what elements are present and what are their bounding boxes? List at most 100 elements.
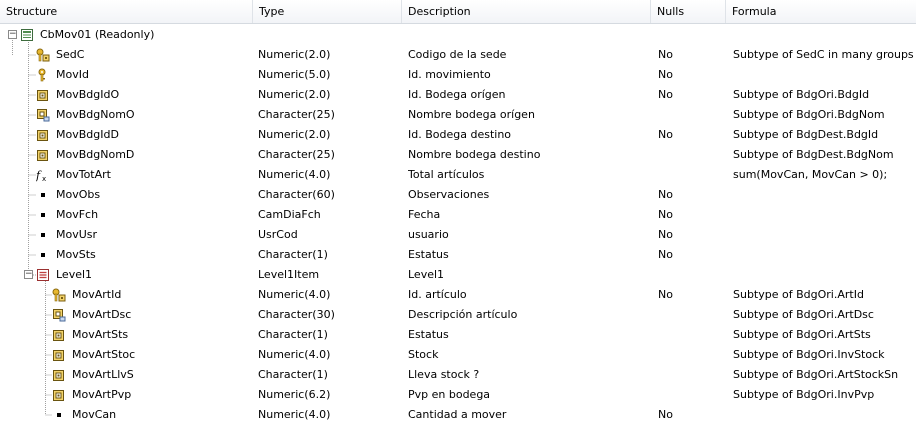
attribute-name[interactable]: MovArtDsc [72,305,131,325]
type-cell[interactable]: Character(30) [258,305,398,325]
formula-cell[interactable]: Subtype of BdgOri.ArtStockSn [733,365,916,385]
nulls-cell[interactable] [658,265,722,285]
type-cell[interactable]: Numeric(4.0) [258,285,398,305]
type-cell[interactable]: Character(60) [258,185,398,205]
nulls-cell[interactable]: No [658,225,722,245]
type-cell[interactable]: Character(1) [258,245,398,265]
attribute-name[interactable]: MovArtPvp [72,385,131,405]
table-row[interactable]: − Level1 Level1Item Level1 [0,265,916,285]
table-row[interactable]: MovBdgNomO Character(25) Nombre bodega orí… [0,105,916,125]
nulls-cell[interactable]: No [658,125,722,145]
nulls-cell[interactable] [658,365,722,385]
nulls-cell[interactable]: No [658,85,722,105]
nulls-cell[interactable]: No [658,45,722,65]
table-row[interactable]: MovId Numeric(5.0) Id. movimiento No [0,65,916,85]
description-cell[interactable]: Estatus [408,325,648,345]
type-cell[interactable]: Level1Item [258,265,398,285]
attribute-name[interactable]: MovBdgNomD [56,145,134,165]
nulls-cell[interactable]: No [658,65,722,85]
description-cell[interactable] [408,25,648,45]
column-header-structure[interactable]: Structure [0,0,253,23]
formula-cell[interactable]: Subtype of BdgDest.BdgNom [733,145,916,165]
formula-cell[interactable]: Subtype of BdgDest.BdgId [733,125,916,145]
type-cell[interactable]: Character(1) [258,365,398,385]
description-cell[interactable]: usuario [408,225,648,245]
formula-cell[interactable]: Subtype of BdgOri.ArtSts [733,325,916,345]
attribute-name[interactable]: MovObs [56,185,100,205]
formula-cell[interactable]: sum(MovCan, MovCan > 0); [733,165,916,185]
nulls-cell[interactable]: No [658,285,722,305]
type-cell[interactable]: Numeric(5.0) [258,65,398,85]
attribute-name[interactable]: MovUsr [56,225,97,245]
table-row[interactable]: MovArtDsc Character(30) Descripción artícu… [0,305,916,325]
type-cell[interactable]: Numeric(4.0) [258,165,398,185]
description-cell[interactable]: Pvp en bodega [408,385,648,405]
table-row[interactable]: f x MovTotArt Numeric(4.0) Total artículos su… [0,165,916,185]
description-cell[interactable]: Stock [408,345,648,365]
description-cell[interactable]: Cantidad a mover [408,405,648,425]
description-cell[interactable]: Id. movimiento [408,65,648,85]
nulls-cell[interactable]: No [658,405,722,425]
type-cell[interactable]: Character(25) [258,145,398,165]
description-cell[interactable]: Id. artículo [408,285,648,305]
nulls-cell[interactable] [658,105,722,125]
nulls-cell[interactable] [658,345,722,365]
column-header-type[interactable]: Type [253,0,402,23]
type-cell[interactable]: Numeric(4.0) [258,345,398,365]
formula-cell[interactable]: Subtype of BdgOri.InvPvp [733,385,916,405]
table-row[interactable]: MovArtSts Character(1) Estatus Subtype of B… [0,325,916,345]
nulls-cell[interactable]: No [658,245,722,265]
formula-cell[interactable] [733,25,916,45]
attribute-name[interactable]: Level1 [56,265,92,285]
formula-cell[interactable]: Subtype of SedC in many groups [733,45,916,65]
formula-cell[interactable] [733,185,916,205]
type-cell[interactable]: Numeric(2.0) [258,45,398,65]
table-row[interactable]: MovCan Numeric(4.0) Cantidad a mover No [0,405,916,425]
type-cell[interactable]: Character(1) [258,325,398,345]
column-header-formula[interactable]: Formula [726,0,916,23]
table-row[interactable]: MovArtPvp Numeric(6.2) Pvp en bodega Subtyp… [0,385,916,405]
nulls-cell[interactable] [658,165,722,185]
description-cell[interactable]: Id. Bodega orígen [408,85,648,105]
nulls-cell[interactable] [658,305,722,325]
table-row[interactable]: SedC Numeric(2.0) Codigo de la sede No Subty… [0,45,916,65]
table-row[interactable]: MovBdgNomD Character(25) Nombre bodega des… [0,145,916,165]
nulls-cell[interactable] [658,325,722,345]
description-cell[interactable]: Level1 [408,265,648,285]
description-cell[interactable]: Nombre bodega orígen [408,105,648,125]
formula-cell[interactable]: Subtype of BdgOri.InvStock [733,345,916,365]
table-row[interactable]: MovArtStoc Numeric(4.0) Stock Subtype of Bd… [0,345,916,365]
nulls-cell[interactable]: No [658,185,722,205]
formula-cell[interactable]: Subtype of BdgOri.BdgId [733,85,916,105]
attribute-name[interactable]: MovSts [56,245,96,265]
type-cell[interactable]: CamDiaFch [258,205,398,225]
type-cell[interactable]: Numeric(2.0) [258,85,398,105]
description-cell[interactable]: Fecha [408,205,648,225]
description-cell[interactable]: Codigo de la sede [408,45,648,65]
attribute-name[interactable]: MovBdgNomO [56,105,135,125]
formula-cell[interactable] [733,405,916,425]
nulls-cell[interactable] [658,385,722,405]
type-cell[interactable]: Character(25) [258,105,398,125]
table-row[interactable]: MovObs Character(60) Observaciones No [0,185,916,205]
type-cell[interactable]: Numeric(2.0) [258,125,398,145]
formula-cell[interactable] [733,225,916,245]
table-row[interactable]: MovFch CamDiaFch Fecha No [0,205,916,225]
formula-cell[interactable] [733,205,916,225]
nulls-cell[interactable] [658,145,722,165]
attribute-name[interactable]: MovArtSts [72,325,128,345]
description-cell[interactable]: Observaciones [408,185,648,205]
attribute-name[interactable]: MovBdgIdO [56,85,119,105]
nulls-cell[interactable] [658,25,722,45]
type-cell[interactable]: UsrCod [258,225,398,245]
type-cell[interactable]: Numeric(6.2) [258,385,398,405]
attribute-name[interactable]: MovId [56,65,89,85]
description-cell[interactable]: Descripción artículo [408,305,648,325]
attribute-name[interactable]: CbMov01 (Readonly) [40,25,154,45]
formula-cell[interactable]: Subtype of BdgOri.BdgNom [733,105,916,125]
table-row[interactable]: MovSts Character(1) Estatus No [0,245,916,265]
description-cell[interactable]: Estatus [408,245,648,265]
collapse-toggle-icon[interactable]: − [24,270,33,279]
formula-cell[interactable]: Subtype of BdgOri.ArtDsc [733,305,916,325]
formula-cell[interactable] [733,265,916,285]
